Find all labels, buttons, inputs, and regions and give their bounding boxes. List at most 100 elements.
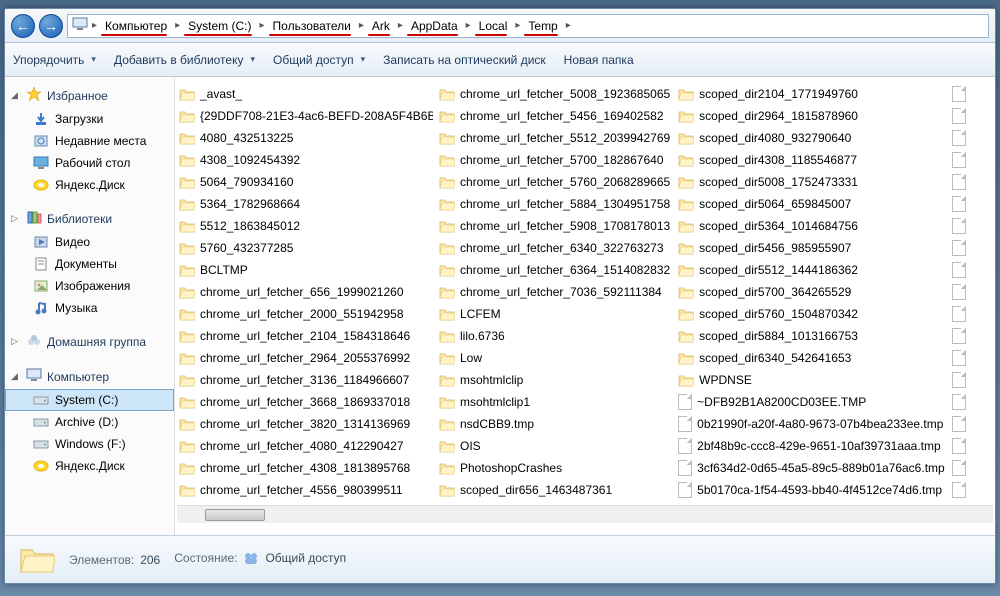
folder-item[interactable]: scoped_dir4080_932790640 bbox=[676, 127, 946, 149]
folder-item[interactable]: scoped_dir656_1463487361 bbox=[437, 479, 672, 501]
sidebar-item[interactable]: Archive (D:) bbox=[5, 411, 174, 433]
homegroup-header[interactable]: ▷ Домашняя группа bbox=[5, 329, 174, 354]
folder-item[interactable]: scoped_dir5700_364265529 bbox=[676, 281, 946, 303]
folder-item[interactable]: chrome_url_fetcher_3136_1184966607 bbox=[177, 369, 433, 391]
folder-item[interactable]: msohtmlclip bbox=[437, 369, 672, 391]
file-item-edge[interactable] bbox=[950, 479, 995, 501]
folder-item[interactable]: chrome_url_fetcher_7036_592111384 bbox=[437, 281, 672, 303]
share-menu[interactable]: Общий доступ bbox=[273, 53, 365, 67]
file-item-edge[interactable] bbox=[950, 193, 995, 215]
folder-item[interactable]: 4308_1092454392 bbox=[177, 149, 433, 171]
folder-item[interactable]: chrome_url_fetcher_2000_551942958 bbox=[177, 303, 433, 325]
folder-item[interactable]: chrome_url_fetcher_3820_1314136969 bbox=[177, 413, 433, 435]
file-item-edge[interactable] bbox=[950, 83, 995, 105]
folder-item[interactable]: 5064_790934160 bbox=[177, 171, 433, 193]
breadcrumb-item[interactable]: Temp bbox=[522, 17, 563, 35]
folder-item[interactable]: chrome_url_fetcher_3668_1869337018 bbox=[177, 391, 433, 413]
sidebar-item[interactable]: Документы bbox=[5, 253, 174, 275]
file-item-edge[interactable] bbox=[950, 369, 995, 391]
computer-header[interactable]: ◢ Компьютер bbox=[5, 364, 174, 389]
folder-item[interactable]: chrome_url_fetcher_5884_1304951758 bbox=[437, 193, 672, 215]
folder-item[interactable]: LCFEM bbox=[437, 303, 672, 325]
folder-item[interactable]: chrome_url_fetcher_6364_1514082832 bbox=[437, 259, 672, 281]
folder-item[interactable]: scoped_dir2964_1815878960 bbox=[676, 105, 946, 127]
file-item-edge[interactable] bbox=[950, 457, 995, 479]
file-item-edge[interactable] bbox=[950, 303, 995, 325]
folder-item[interactable]: scoped_dir5760_1504870342 bbox=[676, 303, 946, 325]
file-item-edge[interactable] bbox=[950, 215, 995, 237]
folder-item[interactable]: {29DDF708-21E3-4ac6-BEFD-208A5F4B6B04} bbox=[177, 105, 433, 127]
file-item-edge[interactable] bbox=[950, 391, 995, 413]
folder-item[interactable]: scoped_dir5364_1014684756 bbox=[676, 215, 946, 237]
horizontal-scrollbar[interactable] bbox=[177, 505, 993, 523]
sidebar-item[interactable]: Загрузки bbox=[5, 108, 174, 130]
sidebar-item[interactable]: Музыка bbox=[5, 297, 174, 319]
nav-forward-button[interactable]: → bbox=[39, 14, 63, 38]
folder-item[interactable]: Low bbox=[437, 347, 672, 369]
navigation-pane[interactable]: ◢ Избранное ЗагрузкиНедавние местаРабочи… bbox=[5, 77, 175, 535]
folder-item[interactable]: chrome_url_fetcher_5512_2039942769 bbox=[437, 127, 672, 149]
folder-item[interactable]: scoped_dir5456_985955907 bbox=[676, 237, 946, 259]
folder-item[interactable]: lilo.6736 bbox=[437, 325, 672, 347]
sidebar-item[interactable]: Яндекс.Диск bbox=[5, 174, 174, 196]
nav-back-button[interactable]: ← bbox=[11, 14, 35, 38]
breadcrumb-item[interactable]: Ark bbox=[366, 17, 396, 35]
folder-item[interactable]: BCLTMP bbox=[177, 259, 433, 281]
sidebar-item[interactable]: Видео bbox=[5, 231, 174, 253]
folder-item[interactable]: scoped_dir2104_1771949760 bbox=[676, 83, 946, 105]
folder-item[interactable]: chrome_url_fetcher_2104_1584318646 bbox=[177, 325, 433, 347]
folder-item[interactable]: scoped_dir6340_542641653 bbox=[676, 347, 946, 369]
file-item-edge[interactable] bbox=[950, 149, 995, 171]
folder-item[interactable]: nsdCBB9.tmp bbox=[437, 413, 672, 435]
scrollbar-thumb[interactable] bbox=[205, 509, 265, 521]
file-item-edge[interactable] bbox=[950, 347, 995, 369]
folder-item[interactable]: WPDNSE bbox=[676, 369, 946, 391]
sidebar-item[interactable]: Недавние места bbox=[5, 130, 174, 152]
folder-item[interactable]: msohtmlclip1 bbox=[437, 391, 672, 413]
breadcrumb-item[interactable]: AppData bbox=[405, 17, 464, 35]
folder-item[interactable]: chrome_url_fetcher_5456_169402582 bbox=[437, 105, 672, 127]
folder-item[interactable]: chrome_url_fetcher_6340_322763273 bbox=[437, 237, 672, 259]
folder-item[interactable]: chrome_url_fetcher_5700_182867640 bbox=[437, 149, 672, 171]
folder-item[interactable]: chrome_url_fetcher_656_1999021260 bbox=[177, 281, 433, 303]
sidebar-item[interactable]: Яндекс.Диск bbox=[5, 455, 174, 477]
burn-button[interactable]: Записать на оптический диск bbox=[383, 53, 546, 67]
sidebar-item[interactable]: Windows (F:) bbox=[5, 433, 174, 455]
folder-item[interactable]: 5760_432377285 bbox=[177, 237, 433, 259]
folder-item[interactable]: 5364_1782968664 bbox=[177, 193, 433, 215]
file-item-edge[interactable] bbox=[950, 325, 995, 347]
folder-item[interactable]: chrome_url_fetcher_2964_2055376992 bbox=[177, 347, 433, 369]
file-item-edge[interactable] bbox=[950, 435, 995, 457]
folder-item[interactable]: scoped_dir4308_1185546877 bbox=[676, 149, 946, 171]
file-item[interactable]: 5b0170ca-1f54-4593-bb40-4f4512ce74d6.tmp bbox=[676, 479, 946, 501]
folder-item[interactable]: chrome_url_fetcher_5760_2068289665 bbox=[437, 171, 672, 193]
folder-item[interactable]: scoped_dir5884_1013166753 bbox=[676, 325, 946, 347]
folder-item[interactable]: 5512_1863845012 bbox=[177, 215, 433, 237]
file-item[interactable]: 3cf634d2-0d65-45a5-89c5-889b01a76ac6.tmp bbox=[676, 457, 946, 479]
folder-item[interactable]: chrome_url_fetcher_5008_1923685065 bbox=[437, 83, 672, 105]
breadcrumb-item[interactable]: Компьютер bbox=[99, 17, 173, 35]
file-item[interactable]: 2bf48b9c-ccc8-429e-9651-10af39731aaa.tmp bbox=[676, 435, 946, 457]
new-folder-button[interactable]: Новая папка bbox=[564, 53, 634, 67]
libraries-header[interactable]: ▷ Библиотеки bbox=[5, 206, 174, 231]
folder-item[interactable]: 4080_432513225 bbox=[177, 127, 433, 149]
folder-item[interactable]: scoped_dir5008_1752473331 bbox=[676, 171, 946, 193]
breadcrumb-item[interactable]: Local bbox=[473, 17, 514, 35]
breadcrumb-item[interactable]: Пользователи bbox=[267, 17, 357, 35]
file-list-pane[interactable]: _avast_{29DDF708-21E3-4ac6-BEFD-208A5F4B… bbox=[175, 77, 995, 535]
folder-item[interactable]: chrome_url_fetcher_4308_1813895768 bbox=[177, 457, 433, 479]
file-item-edge[interactable] bbox=[950, 281, 995, 303]
folder-item[interactable]: chrome_url_fetcher_4080_412290427 bbox=[177, 435, 433, 457]
file-item[interactable]: ~DFB92B1A8200CD03EE.TMP bbox=[676, 391, 946, 413]
folder-item[interactable]: scoped_dir5512_1444186362 bbox=[676, 259, 946, 281]
folder-item[interactable]: _avast_ bbox=[177, 83, 433, 105]
file-item-edge[interactable] bbox=[950, 237, 995, 259]
breadcrumb[interactable]: ▸ Компьютер▸System (C:)▸Пользователи▸Ark… bbox=[67, 14, 989, 38]
folder-item[interactable]: scoped_dir5064_659845007 bbox=[676, 193, 946, 215]
breadcrumb-item[interactable]: System (C:) bbox=[182, 17, 257, 35]
file-item-edge[interactable] bbox=[950, 127, 995, 149]
file-item-edge[interactable] bbox=[950, 171, 995, 193]
file-item-edge[interactable] bbox=[950, 413, 995, 435]
favorites-header[interactable]: ◢ Избранное bbox=[5, 83, 174, 108]
sidebar-item[interactable]: System (C:) bbox=[5, 389, 174, 411]
